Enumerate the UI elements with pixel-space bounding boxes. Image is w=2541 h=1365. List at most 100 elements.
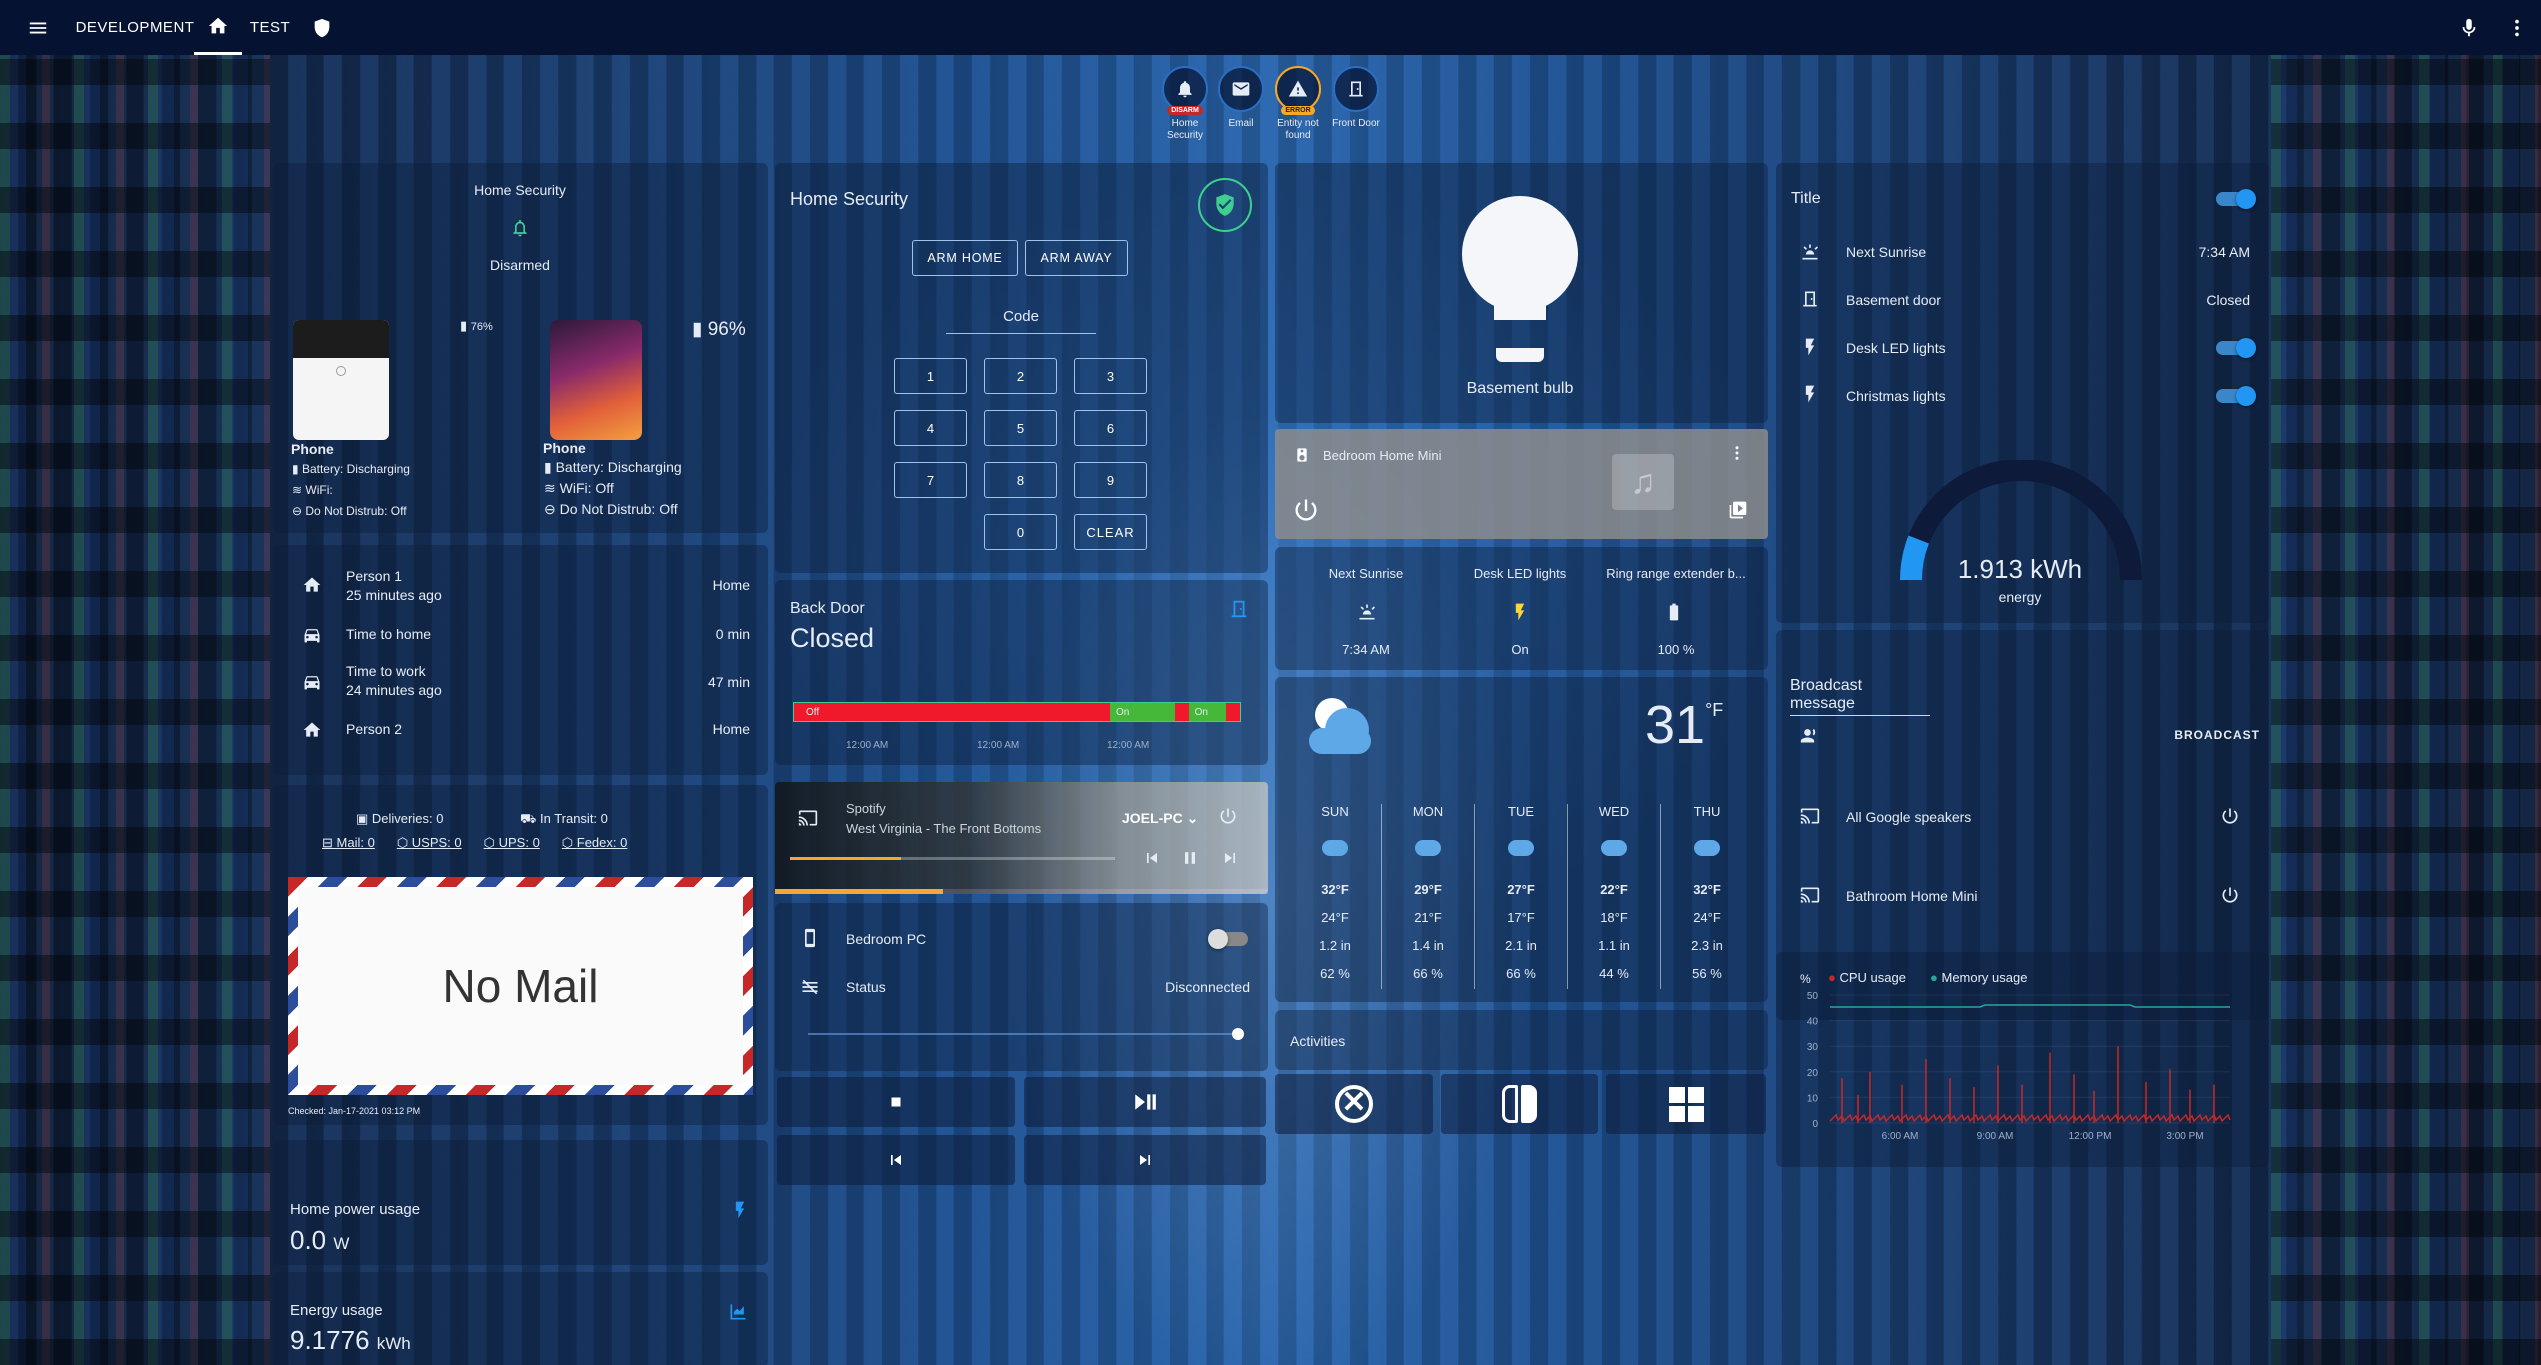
code-input[interactable]: Code [946, 308, 1096, 334]
lightbulb-icon[interactable] [1462, 196, 1578, 312]
desk-led-toggle[interactable] [2216, 338, 2256, 358]
forecast-precip: 2.3 in [1691, 938, 1723, 953]
activity-switch[interactable] [1441, 1074, 1598, 1134]
legend-cpu[interactable]: ● CPU usage [1828, 970, 1906, 985]
seek-progress [790, 857, 901, 860]
current-temp: 31°F [1645, 694, 1723, 756]
entity-name[interactable]: Desk LED lights [1846, 340, 1946, 356]
history-segment-off[interactable] [1226, 703, 1240, 721]
keypad-0[interactable]: 0 [984, 514, 1057, 550]
lightbulb-base [1494, 300, 1546, 320]
history-segment-off[interactable]: Off [794, 703, 1111, 721]
keypad-6[interactable]: 6 [1074, 410, 1147, 446]
arm-home-button[interactable]: ARM HOME [912, 240, 1018, 276]
power-icon[interactable] [2220, 806, 2240, 831]
legend-label: CPU usage [1839, 970, 1906, 985]
play-pause-button[interactable] [1024, 1077, 1266, 1127]
history-chart[interactable]: 50 40 30 20 10 0 6:00 AM 9:00 AM 12:00 PM 3:00 PM [1790, 985, 2250, 1145]
microphone-icon[interactable] [2445, 0, 2493, 55]
tab-development[interactable]: DEVELOPMENT [76, 0, 194, 55]
tab-shield-icon[interactable] [298, 0, 346, 55]
flash-icon[interactable] [1510, 602, 1530, 627]
keypad-clear[interactable]: CLEAR [1074, 514, 1147, 550]
activity-windows[interactable] [1606, 1074, 1766, 1134]
more-vert-icon[interactable] [1728, 444, 1746, 467]
ups-link[interactable]: ⬡ UPS: 0 [484, 835, 540, 851]
stop-button[interactable] [777, 1077, 1015, 1127]
keypad-3[interactable]: 3 [1074, 358, 1147, 394]
bell-outline-icon[interactable] [510, 218, 530, 243]
activity-xbox[interactable]: ✕ [1275, 1074, 1433, 1134]
badge-entity-not-found[interactable]: ERROR Entity not found [1270, 66, 1326, 142]
keypad-4[interactable]: 4 [894, 410, 967, 446]
history-segment-on[interactable]: On [1110, 703, 1175, 721]
broadcast-button[interactable]: BROADCAST [2160, 728, 2260, 742]
broadcast-input[interactable]: Broadcast message [1790, 677, 1930, 716]
previous-icon[interactable] [1142, 848, 1162, 873]
media-source-icon[interactable] [1728, 500, 1748, 525]
power-icon[interactable] [1292, 496, 1320, 529]
person-row[interactable]: Person 1 25 minutes ago [346, 567, 442, 605]
forecast-prob: 56 % [1692, 966, 1722, 981]
pc-toggle[interactable] [1208, 929, 1248, 949]
keypad-5[interactable]: 5 [984, 410, 1057, 446]
keypad-7[interactable]: 7 [894, 462, 967, 498]
cellphone-icon [800, 928, 820, 953]
keypad-2[interactable]: 2 [984, 358, 1057, 394]
device-selector[interactable]: JOEL-PC ⌄ [1122, 810, 1198, 827]
speaker-name[interactable]: All Google speakers [1846, 809, 1971, 825]
deliveries-count: Deliveries: 0 [371, 811, 444, 826]
badge-home-security[interactable]: DISARM Home Security [1158, 66, 1212, 142]
cast-icon[interactable] [798, 808, 818, 833]
person-row[interactable]: Time to home [346, 626, 431, 642]
previous-button[interactable] [777, 1135, 1015, 1185]
fedex-link[interactable]: ⬡ Fedex: 0 [562, 835, 628, 851]
envelope-text: No Mail [298, 887, 743, 1085]
keypad-1[interactable]: 1 [894, 358, 967, 394]
person-row[interactable]: Person 2 [346, 721, 402, 737]
next-icon[interactable] [1220, 848, 1240, 873]
seek-track[interactable] [790, 857, 1115, 860]
entity-name[interactable]: Basement door [1846, 292, 1941, 308]
forecast-low: 21°F [1414, 910, 1442, 925]
sunrise-icon [1800, 242, 1820, 267]
forecast-day-name: THU [1693, 804, 1721, 819]
entity-name[interactable]: Next Sunrise [1846, 244, 1926, 260]
power-icon[interactable] [2220, 885, 2240, 910]
mail-link[interactable]: ⊟ Mail: 0 [322, 835, 375, 851]
forecast-prob: 66 % [1506, 966, 1536, 981]
badge-email[interactable]: Email [1214, 66, 1268, 129]
badge-front-door[interactable]: Front Door [1328, 66, 1384, 129]
fedex-count: Fedex: 0 [576, 835, 628, 850]
keypad-8[interactable]: 8 [984, 462, 1057, 498]
history-segment-off[interactable] [1175, 703, 1189, 721]
power-icon[interactable] [1218, 806, 1238, 831]
temp-unit: °F [1705, 700, 1724, 720]
speaker-name[interactable]: Bathroom Home Mini [1846, 888, 1978, 904]
more-vert-icon[interactable] [2493, 0, 2541, 55]
shield-check-icon [1198, 178, 1252, 232]
y-tick-label: 50 [1807, 991, 1819, 1002]
keypad-9[interactable]: 9 [1074, 462, 1147, 498]
windows-icon [1668, 1086, 1704, 1122]
christmas-lights-toggle[interactable] [2216, 386, 2256, 406]
history-segment-on[interactable]: On [1188, 703, 1227, 721]
pause-icon[interactable] [1180, 848, 1200, 873]
entity-name[interactable]: Christmas lights [1846, 388, 1946, 404]
alarm-glance-title: Home Security [474, 182, 566, 198]
header-toggle[interactable] [2216, 189, 2256, 209]
arm-away-button[interactable]: ARM AWAY [1025, 240, 1128, 276]
phone-status: ▮ Battery: Discharging [292, 462, 410, 476]
person-row[interactable]: Time to work 24 minutes ago [346, 662, 442, 700]
legend-memory[interactable]: ● Memory usage [1930, 970, 2027, 985]
glance-value: 100 % [1657, 642, 1695, 657]
menu-icon[interactable] [0, 0, 76, 55]
next-button[interactable] [1024, 1135, 1266, 1185]
tab-test[interactable]: TEST [242, 0, 298, 55]
stop-icon [891, 1097, 901, 1107]
usps-link[interactable]: ⬡ USPS: 0 [397, 835, 462, 851]
volume-slider[interactable] [808, 1028, 1244, 1040]
power-value: 0.0 W [290, 1225, 349, 1256]
tab-home-icon[interactable] [194, 0, 242, 55]
volume-knob[interactable] [1232, 1028, 1244, 1040]
